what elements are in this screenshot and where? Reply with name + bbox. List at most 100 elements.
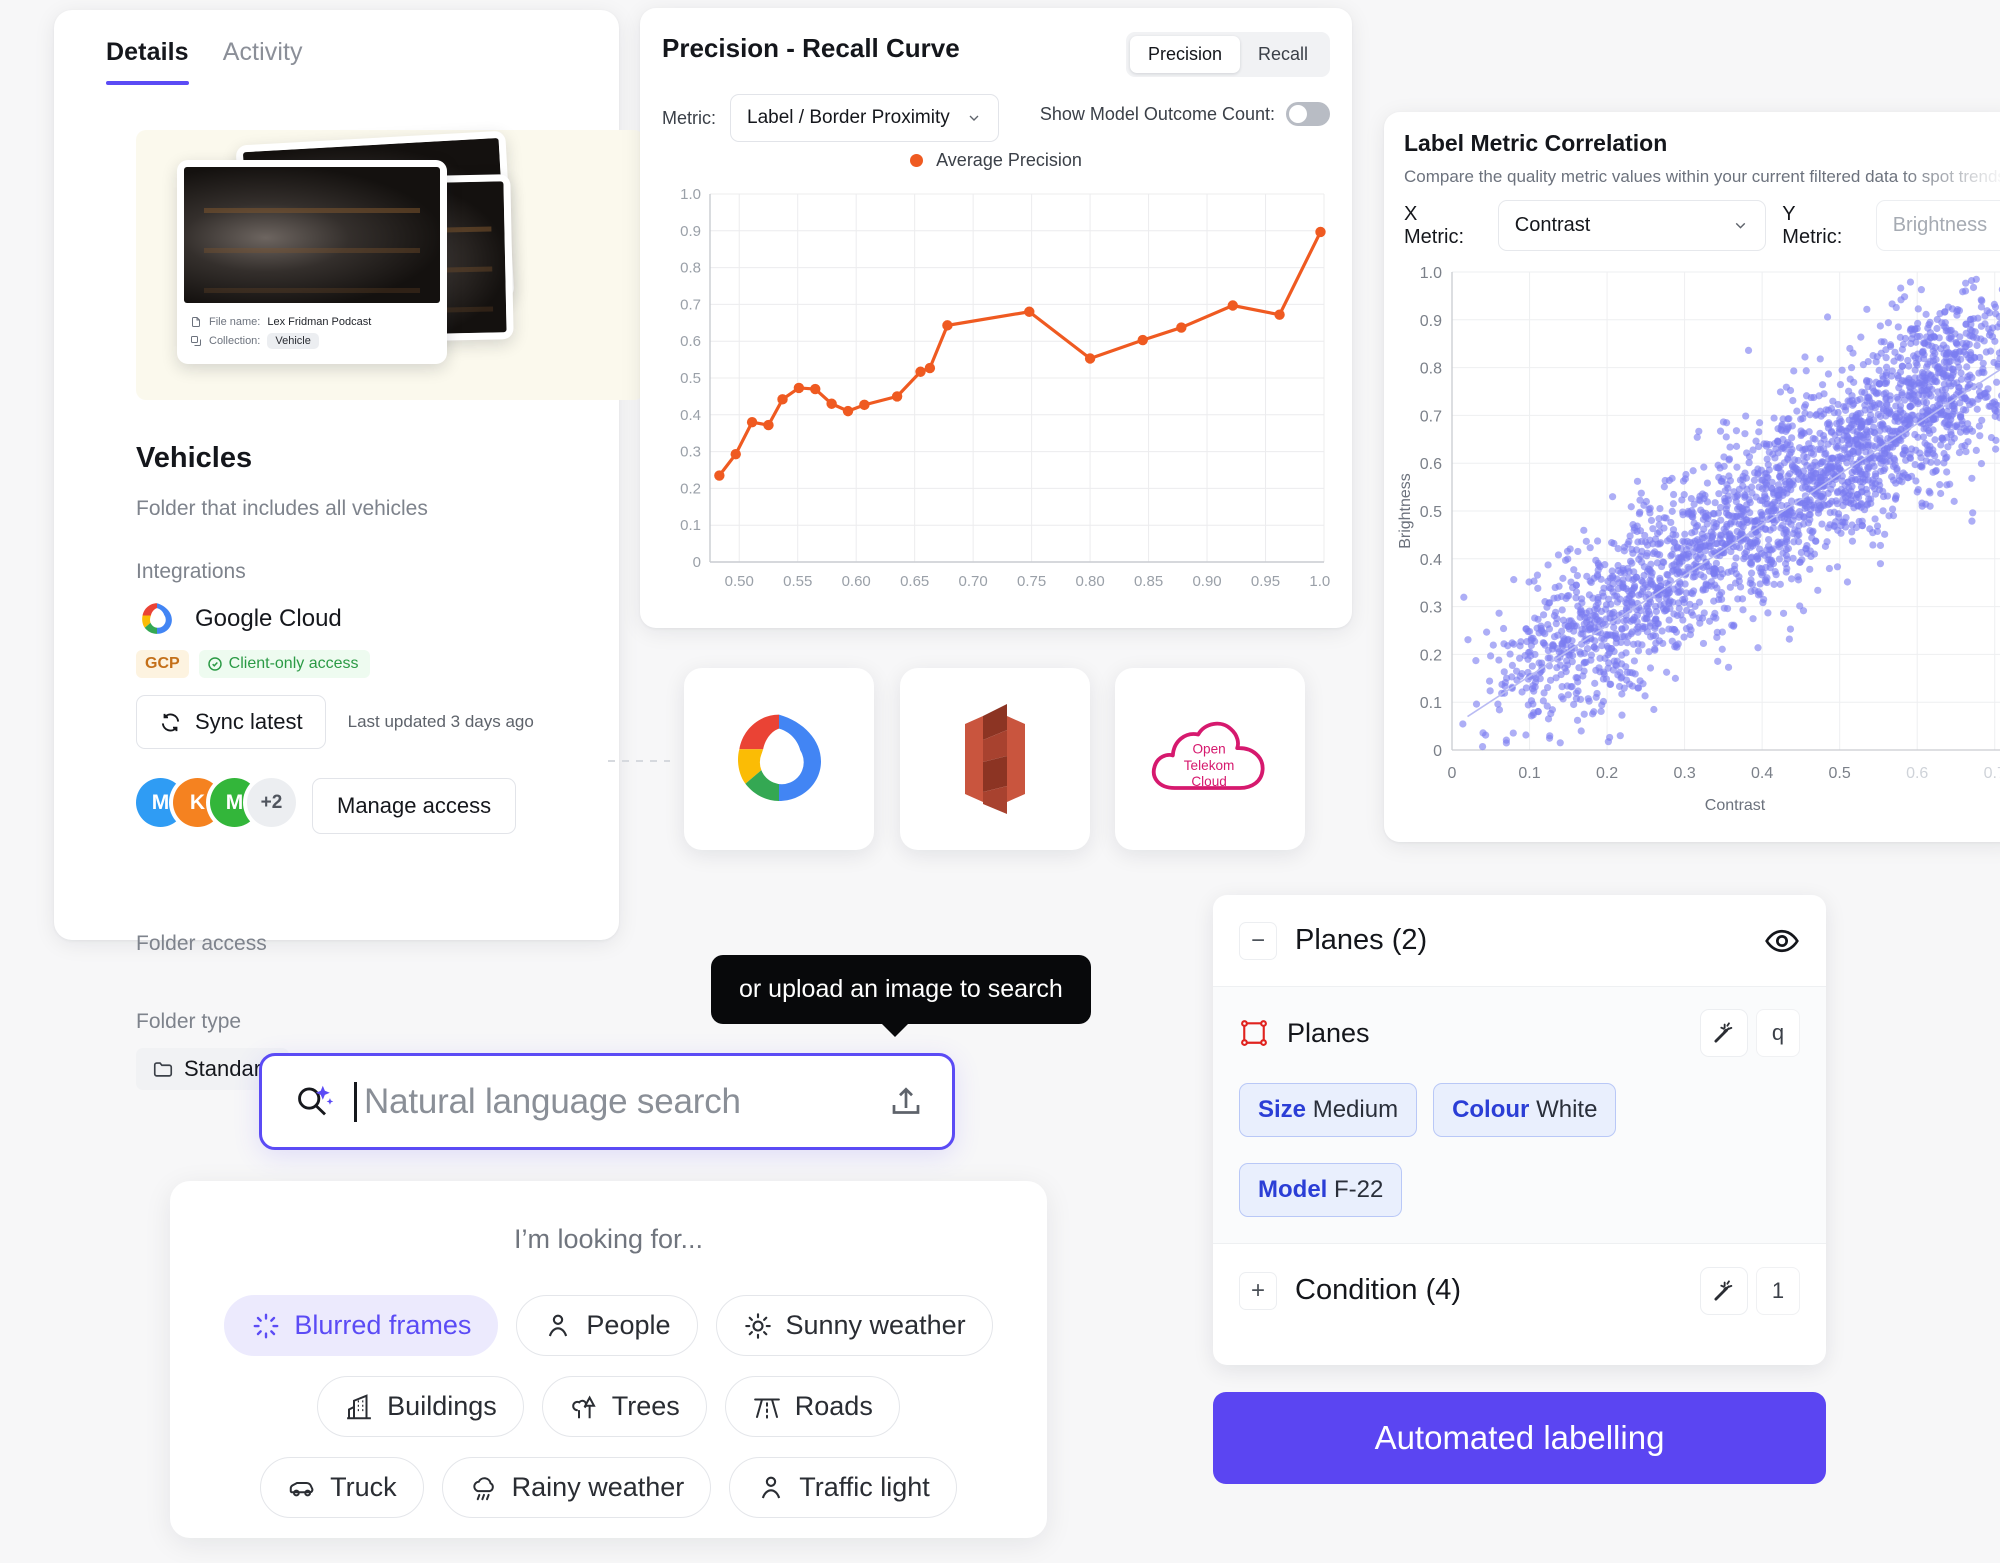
svg-text:0.2: 0.2 — [1420, 647, 1442, 664]
otc-line-3: Cloud — [1191, 774, 1227, 789]
upload-icon[interactable] — [888, 1084, 924, 1120]
model-outcome-toggle[interactable] — [1286, 102, 1330, 126]
toggle-knob — [1289, 105, 1307, 123]
suggestion-chip-traffic-light[interactable]: Traffic light — [729, 1457, 957, 1518]
metric-select[interactable]: Label / Border Proximity — [730, 94, 999, 142]
access-badge-label: Client-only access — [228, 655, 359, 672]
photo-thumbnail-front[interactable]: File name: Lex Fridman Podcast Collectio… — [177, 160, 447, 364]
bounding-box-icon — [1241, 1020, 1267, 1046]
attribute-chip-size[interactable]: Size Medium — [1239, 1083, 1418, 1137]
label-object-row-actions: q — [1700, 1009, 1800, 1057]
label-editor-panel: − Planes (2) Planes q Size Medium Colour… — [1213, 895, 1826, 1365]
segment-recall[interactable]: Recall — [1240, 36, 1326, 73]
natural-language-search-bar[interactable]: Natural language search — [259, 1053, 955, 1150]
suggestion-chip-sunny-weather[interactable]: Sunny weather — [715, 1295, 993, 1356]
chip-label: Rainy weather — [511, 1472, 685, 1502]
attribute-chip-colour[interactable]: Colour White — [1433, 1083, 1617, 1137]
rain-icon — [472, 1476, 494, 1500]
suggestion-chip-truck[interactable]: Truck — [260, 1457, 424, 1518]
sync-latest-label: Sync latest — [195, 709, 303, 734]
y-metric-label: Y Metric: — [1782, 202, 1843, 248]
attribute-value: Medium — [1312, 1096, 1399, 1123]
svg-text:0.65: 0.65 — [900, 573, 929, 590]
person-icon — [762, 1476, 781, 1498]
magic-wand-icon — [1714, 1022, 1733, 1043]
integration-card-open-telekom-cloud[interactable]: Open Telekom Cloud — [1115, 668, 1305, 850]
svg-text:0.5: 0.5 — [1420, 504, 1442, 521]
provider-badge: GCP — [136, 650, 189, 678]
sparkle-search-icon — [298, 1085, 334, 1115]
svg-text:0.6: 0.6 — [1420, 456, 1442, 473]
x-metric-select[interactable]: Contrast — [1497, 200, 1767, 251]
segment-precision[interactable]: Precision — [1129, 36, 1240, 73]
integration-badges: GCP Client-only access — [136, 650, 370, 678]
access-badge: Client-only access — [198, 650, 370, 678]
connector-dashed-line — [608, 760, 670, 762]
folder-title: Vehicles — [136, 442, 253, 474]
collapse-group-button[interactable]: − — [1239, 921, 1277, 960]
sync-row: Sync latest Last updated 3 days ago — [136, 695, 534, 749]
svg-text:1.0: 1.0 — [1420, 265, 1442, 282]
shortcut-key-1: 1 — [1756, 1266, 1800, 1315]
svg-text:0: 0 — [693, 554, 701, 571]
suggestion-chip-blurred-frames[interactable]: Blurred frames — [224, 1295, 499, 1356]
suggestion-chip-people[interactable]: People — [516, 1295, 698, 1356]
chip-label: Truck — [330, 1472, 397, 1502]
manage-access-button[interactable]: Manage access — [312, 778, 517, 834]
model-outcome-toggle-label: Show Model Outcome Count: — [1039, 103, 1275, 124]
details-tabs: Details Activity — [54, 10, 619, 85]
eye-icon[interactable] — [1764, 923, 1800, 959]
suggestion-chip-row-1: Blurred frames People Sunny weather — [170, 1255, 1047, 1356]
attribute-chip-model[interactable]: Model F-22 — [1239, 1163, 1403, 1217]
label-attribute-chips: Size Medium Colour White — [1239, 1083, 1800, 1137]
integration-name: Google Cloud — [195, 605, 342, 632]
pr-metric-row: Metric: Label / Border Proximity — [662, 94, 999, 142]
y-metric-select[interactable]: Brightness — [1875, 200, 2000, 251]
tab-activity[interactable]: Activity — [223, 38, 303, 85]
google-cloud-logo — [737, 714, 821, 801]
search-input[interactable]: Natural language search — [354, 1081, 870, 1122]
suggestion-chip-trees[interactable]: Trees — [541, 1376, 707, 1437]
suggestion-chip-row-3: Truck Rainy weather Traffic light — [170, 1437, 1047, 1518]
label-object-body: Planes q Size Medium Colour White Model … — [1213, 987, 1826, 1243]
suggestion-chip-rainy-weather[interactable]: Rainy weather — [441, 1457, 712, 1518]
photo-stack: File name: Lex Fridman Podcast Collectio… — [136, 128, 646, 404]
automated-labelling-button[interactable]: Automated labelling — [1213, 1392, 1826, 1484]
magic-wand-button-condition[interactable] — [1700, 1266, 1748, 1315]
label-metric-scatter-plot: 0 0.1 0.2 0.3 0.4 0.5 0.6 0.7 0.8 0.9 1.0 0 0.1 0.2 0.… — [1397, 265, 2000, 814]
svg-text:0.4: 0.4 — [1420, 552, 1442, 569]
svg-text:0.8: 0.8 — [1420, 361, 1442, 378]
folder-icon — [153, 1062, 173, 1077]
svg-text:0.95: 0.95 — [1251, 573, 1280, 590]
expand-condition-button[interactable]: + — [1239, 1271, 1277, 1310]
svg-text:0.75: 0.75 — [1017, 573, 1046, 590]
tab-details[interactable]: Details — [106, 38, 189, 85]
integration-card-aws-s3[interactable] — [900, 668, 1090, 850]
svg-text:0.1: 0.1 — [1420, 695, 1442, 712]
svg-text:0.8: 0.8 — [680, 260, 701, 277]
suggestion-chip-roads[interactable]: Roads — [724, 1376, 900, 1437]
chip-label: Blurred frames — [294, 1310, 472, 1340]
svg-text:0.5: 0.5 — [680, 370, 701, 387]
suggestion-chip-buildings[interactable]: Buildings — [317, 1376, 524, 1437]
truck-icon — [289, 1481, 314, 1496]
attribute-value: White — [1536, 1096, 1598, 1123]
shortcut-key-q: q — [1756, 1009, 1800, 1057]
avatar-overflow: +2 — [247, 778, 296, 827]
integration-card-google-cloud[interactable] — [684, 668, 874, 850]
magic-wand-button[interactable] — [1700, 1009, 1748, 1057]
collection-value: Vehicle — [267, 333, 319, 349]
integration-row: Google Cloud — [136, 598, 342, 640]
lmc-controls: X Metric: Contrast Y Metric: Brightness — [1404, 200, 2000, 251]
condition-group-row: + Condition (4) 1 — [1213, 1243, 1826, 1337]
label-group-header: − Planes (2) — [1213, 895, 1826, 987]
collection-icon — [191, 336, 201, 346]
svg-text:0.3: 0.3 — [1420, 600, 1442, 617]
sync-latest-button[interactable]: Sync latest — [136, 695, 326, 749]
suggestions-panel: I’m looking for... Blurred frames People… — [170, 1181, 1047, 1538]
avatar-group[interactable]: M K M +2 — [136, 778, 296, 827]
integrations-label: Integrations — [136, 560, 246, 583]
label-attribute-chips-row-2: Model F-22 — [1239, 1163, 1800, 1217]
svg-text:0.3: 0.3 — [1673, 765, 1695, 782]
model-outcome-toggle-row: Show Model Outcome Count: — [1040, 102, 1330, 126]
